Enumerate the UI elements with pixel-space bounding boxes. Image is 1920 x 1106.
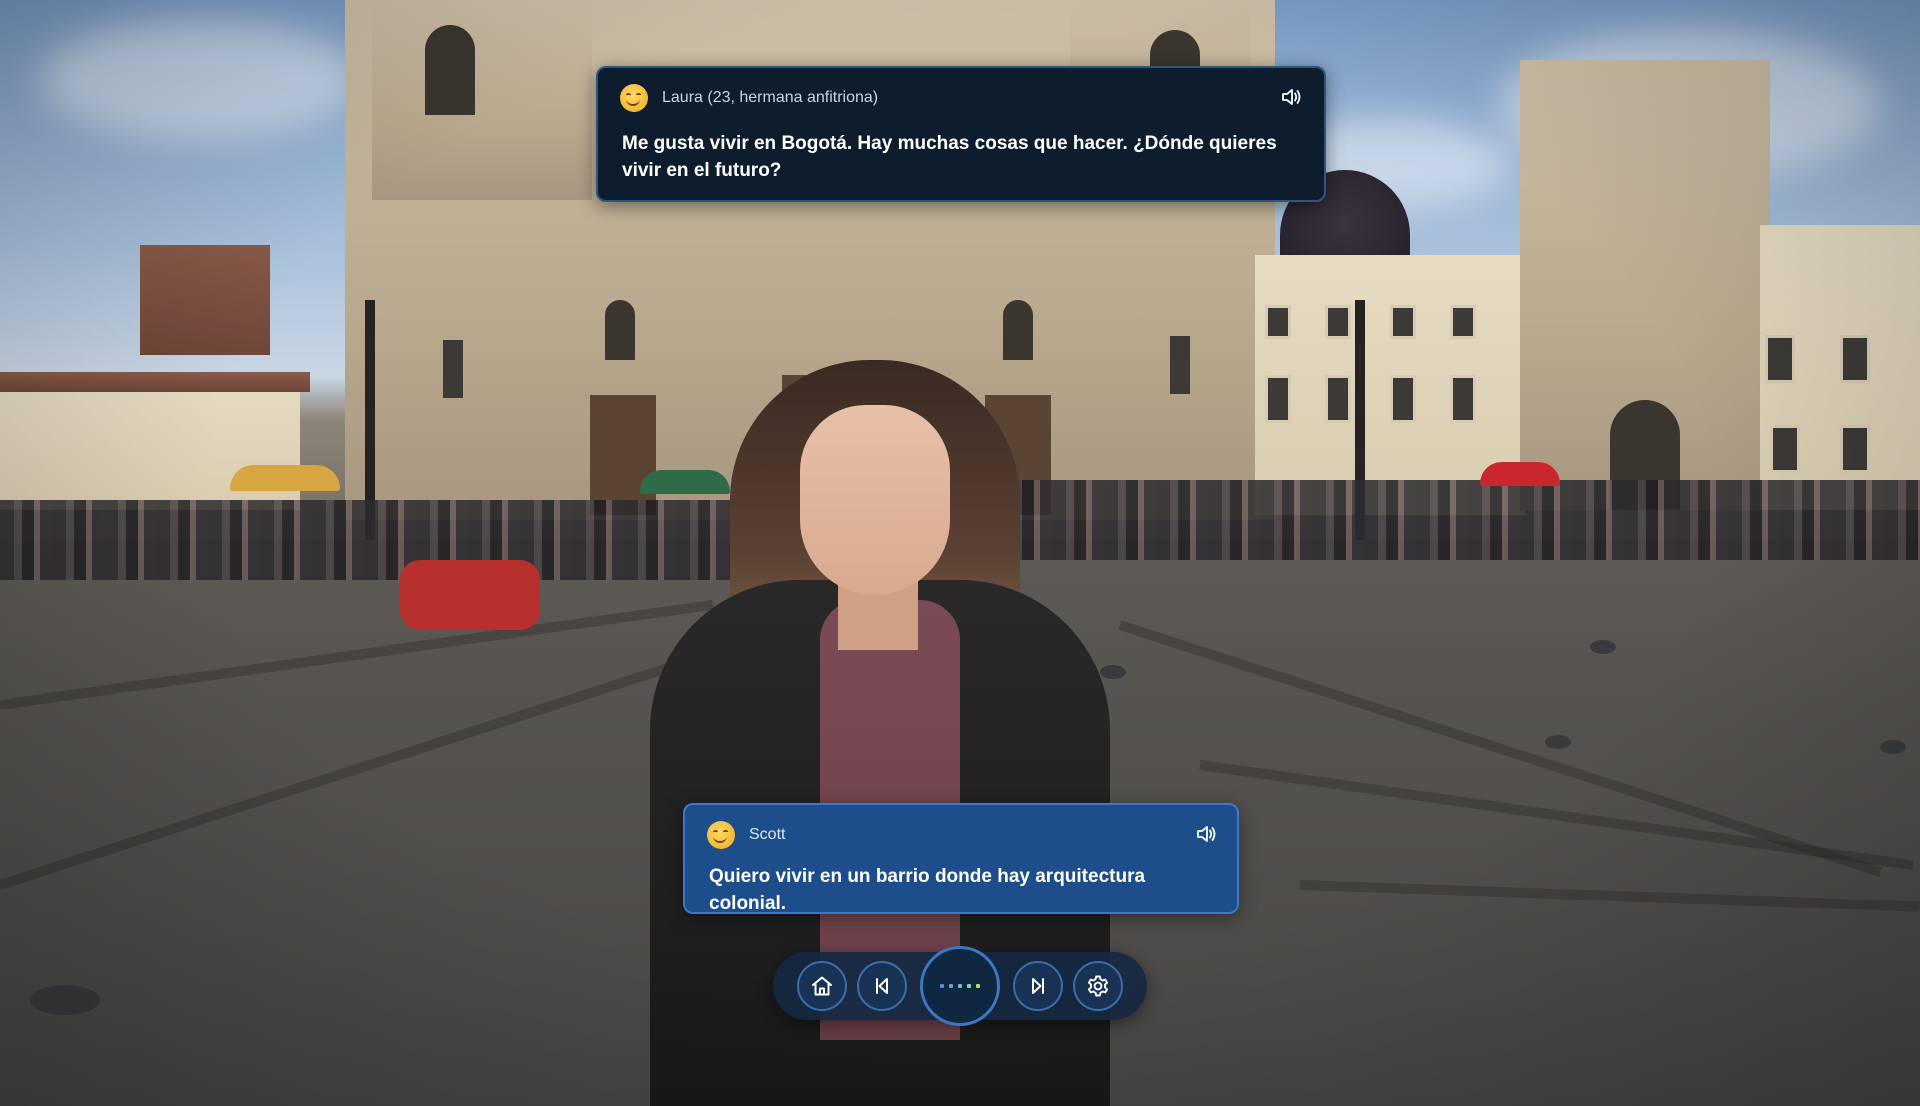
host-dialogue-text: Me gusta vivir en Bogotá. Hay muchas cos…	[622, 133, 1277, 181]
audio-dot	[940, 984, 944, 988]
host-dialogue-card: Laura (23, hermana anfitriona) Me gusta …	[596, 66, 1326, 202]
home-button[interactable]	[797, 961, 847, 1011]
user-speaker-name: Scott	[749, 826, 786, 843]
audio-dots-icon	[940, 984, 980, 988]
user-dialogue-header: Scott	[707, 821, 785, 849]
gear-icon	[1087, 975, 1109, 997]
host-dialogue-header: Laura (23, hermana anfitriona)	[620, 84, 878, 112]
record-button[interactable]	[920, 942, 1000, 1030]
skip-back-icon	[876, 978, 888, 994]
audio-dot	[958, 984, 962, 988]
next-button[interactable]	[1013, 961, 1063, 1011]
playback-control-bar	[773, 946, 1147, 1026]
audio-dot	[949, 984, 953, 988]
home-icon	[812, 976, 832, 996]
skip-forward-icon	[1032, 978, 1044, 994]
smiley-face-icon	[707, 821, 735, 849]
speaker-icon[interactable]	[1191, 819, 1221, 849]
audio-dot	[976, 984, 980, 988]
previous-button[interactable]	[857, 961, 907, 1011]
user-dialogue-card: Scott Quiero vivir en un barrio donde ha…	[683, 803, 1239, 914]
speaker-icon[interactable]	[1276, 82, 1306, 112]
user-dialogue-text: Quiero vivir en un barrio donde hay arqu…	[709, 866, 1146, 914]
audio-dot	[967, 984, 971, 988]
host-speaker-name: Laura (23, hermana anfitriona)	[662, 89, 879, 106]
smiley-face-icon	[620, 84, 648, 112]
settings-button[interactable]	[1073, 961, 1123, 1011]
